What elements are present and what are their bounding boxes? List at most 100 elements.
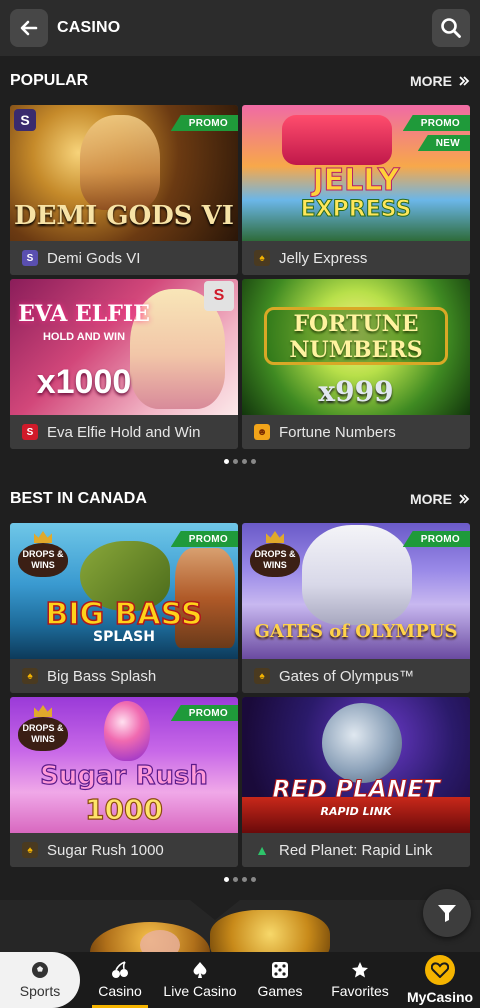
heart-icon-badge: [425, 955, 455, 985]
game-label-row: ♠ Gates of Olympus™: [242, 659, 470, 693]
nav-label: Live Casino: [163, 983, 237, 999]
character-art: [80, 115, 160, 210]
nav-item-live-casino[interactable]: Live Casino: [160, 952, 240, 1008]
provider-icon: ♠: [22, 668, 38, 684]
section-title: BEST IN CANADA: [10, 490, 147, 507]
pagination-dot[interactable]: [233, 459, 238, 464]
provider-icon: S: [22, 250, 38, 266]
nav-item-casino[interactable]: Casino: [80, 952, 160, 1008]
provider-icon: S: [22, 424, 38, 440]
game-art-subtitle: HOLD AND WIN: [42, 331, 126, 343]
game-name: Sugar Rush 1000: [47, 841, 164, 859]
dice-icon: [272, 962, 288, 978]
nav-item-mycasino[interactable]: MyCasino: [400, 952, 480, 1008]
zeus-art: [302, 525, 412, 625]
game-thumbnail: S DEMI GODS VI PROMO: [10, 105, 238, 241]
more-label: MORE: [410, 73, 452, 89]
provider-icon: ☻: [254, 424, 270, 440]
game-name: Gates of Olympus™: [279, 667, 415, 685]
promo-banner[interactable]: [0, 900, 480, 952]
game-card[interactable]: DROPS & WINS Sugar Rush 1000 PROMO ♠ Sug…: [10, 697, 238, 867]
drops-wins-badge: DROPS & WINS: [250, 531, 300, 579]
game-label-row: ▲ Red Planet: Rapid Link: [242, 833, 470, 867]
game-label-row: ♠ Big Bass Splash: [10, 659, 238, 693]
provider-icon: ♠: [254, 668, 270, 684]
double-chevron-right-icon: [459, 76, 470, 86]
drops-wins-label: DROPS & WINS: [18, 717, 68, 751]
flower-art: [140, 930, 180, 952]
search-button[interactable]: [432, 9, 470, 47]
provider-logo: S: [14, 109, 36, 131]
pagination-dot[interactable]: [242, 459, 247, 464]
game-art-title-2: NUMBERS: [289, 337, 423, 363]
nav-label: Games: [257, 983, 303, 999]
game-art-title: DEMI GODS VI: [14, 201, 234, 231]
game-art-multiplier: x999: [318, 375, 394, 408]
more-link[interactable]: MORE: [410, 73, 470, 89]
game-thumbnail: JELLY EXPRESS PROMO NEW: [242, 105, 470, 241]
game-art-title: GATES of OLYMPUS: [254, 621, 458, 642]
promo-badge: PROMO: [402, 115, 470, 131]
game-art-multiplier: x1000: [36, 363, 132, 401]
game-thumbnail: DROPS & WINS GATES of OLYMPUS PROMO: [242, 523, 470, 659]
game-art-subtitle: EXPRESS: [300, 197, 412, 223]
section-header-popular: POPULAR MORE: [0, 66, 480, 96]
section-header-best-in-canada: BEST IN CANADA MORE: [0, 484, 480, 514]
game-card[interactable]: FORTUNE NUMBERS x999 ☻ Fortune Numbers: [242, 279, 470, 449]
game-card[interactable]: S DEMI GODS VI PROMO S Demi Gods VI: [10, 105, 238, 275]
pagination-dot[interactable]: [224, 877, 229, 882]
pagination-dot[interactable]: [242, 877, 247, 882]
top-bar: CASINO: [0, 0, 480, 56]
heart-icon: [431, 962, 449, 978]
promo-badge: PROMO: [402, 531, 470, 547]
new-badge: NEW: [417, 135, 470, 151]
game-art-subtitle: SPLASH: [93, 629, 155, 645]
game-card[interactable]: RED PLANET RAPID LINK ▲ Red Planet: Rapi…: [242, 697, 470, 867]
pagination-dot[interactable]: [224, 459, 229, 464]
provider-icon: ♠: [22, 842, 38, 858]
more-label: MORE: [410, 491, 452, 507]
game-card[interactable]: DROPS & WINS GATES of OLYMPUS PROMO ♠ Ga…: [242, 523, 470, 693]
soccer-ball-icon: [32, 962, 48, 978]
crown-icon: [266, 531, 284, 543]
page-title: CASINO: [57, 19, 121, 36]
pagination-dot[interactable]: [251, 459, 256, 464]
nav-label: Sports: [19, 983, 61, 999]
back-arrow-icon: [20, 20, 38, 36]
back-button[interactable]: [10, 9, 48, 47]
star-icon: [352, 962, 368, 978]
game-thumbnail: DROPS & WINS BIG BASS SPLASH PROMO: [10, 523, 238, 659]
game-label-row: ♠ Jelly Express: [242, 241, 470, 275]
game-card[interactable]: JELLY EXPRESS PROMO NEW ♠ Jelly Express: [242, 105, 470, 275]
game-card[interactable]: DROPS & WINS BIG BASS SPLASH PROMO ♠ Big…: [10, 523, 238, 693]
cherries-icon: [112, 961, 128, 978]
more-link[interactable]: MORE: [410, 491, 470, 507]
game-name: Jelly Express: [279, 249, 368, 267]
search-icon: [441, 18, 461, 38]
filter-button[interactable]: [423, 889, 471, 937]
provider-icon: ♠: [254, 250, 270, 266]
double-chevron-right-icon: [459, 494, 470, 504]
nav-item-sports[interactable]: Sports: [0, 952, 80, 1008]
provider-icon: ▲: [255, 842, 269, 858]
nav-label: Casino: [98, 983, 142, 999]
pagination-dot[interactable]: [251, 877, 256, 882]
game-thumbnail: DROPS & WINS Sugar Rush 1000 PROMO: [10, 697, 238, 833]
game-art-subtitle: RAPID LINK: [320, 805, 392, 818]
game-name: Fortune Numbers: [279, 423, 396, 441]
game-art-title: FORTUNE: [293, 311, 419, 337]
nav-item-games[interactable]: Games: [240, 952, 320, 1008]
game-card[interactable]: EVA ELFIE HOLD AND WIN x1000 S S Eva Elf…: [10, 279, 238, 449]
nav-item-favorites[interactable]: Favorites: [320, 952, 400, 1008]
crown-icon: [34, 531, 52, 543]
drops-wins-label: DROPS & WINS: [250, 543, 300, 577]
astronaut-art: [322, 703, 402, 783]
game-label-row: S Eva Elfie Hold and Win: [10, 415, 238, 449]
game-name: Eva Elfie Hold and Win: [47, 423, 201, 441]
game-name: Demi Gods VI: [47, 249, 141, 267]
game-thumbnail: RED PLANET RAPID LINK: [242, 697, 470, 833]
game-art-title: JELLY: [312, 163, 400, 199]
pagination-dot[interactable]: [233, 877, 238, 882]
nav-label: MyCasino: [406, 989, 474, 1005]
spade-icon: [193, 962, 207, 978]
